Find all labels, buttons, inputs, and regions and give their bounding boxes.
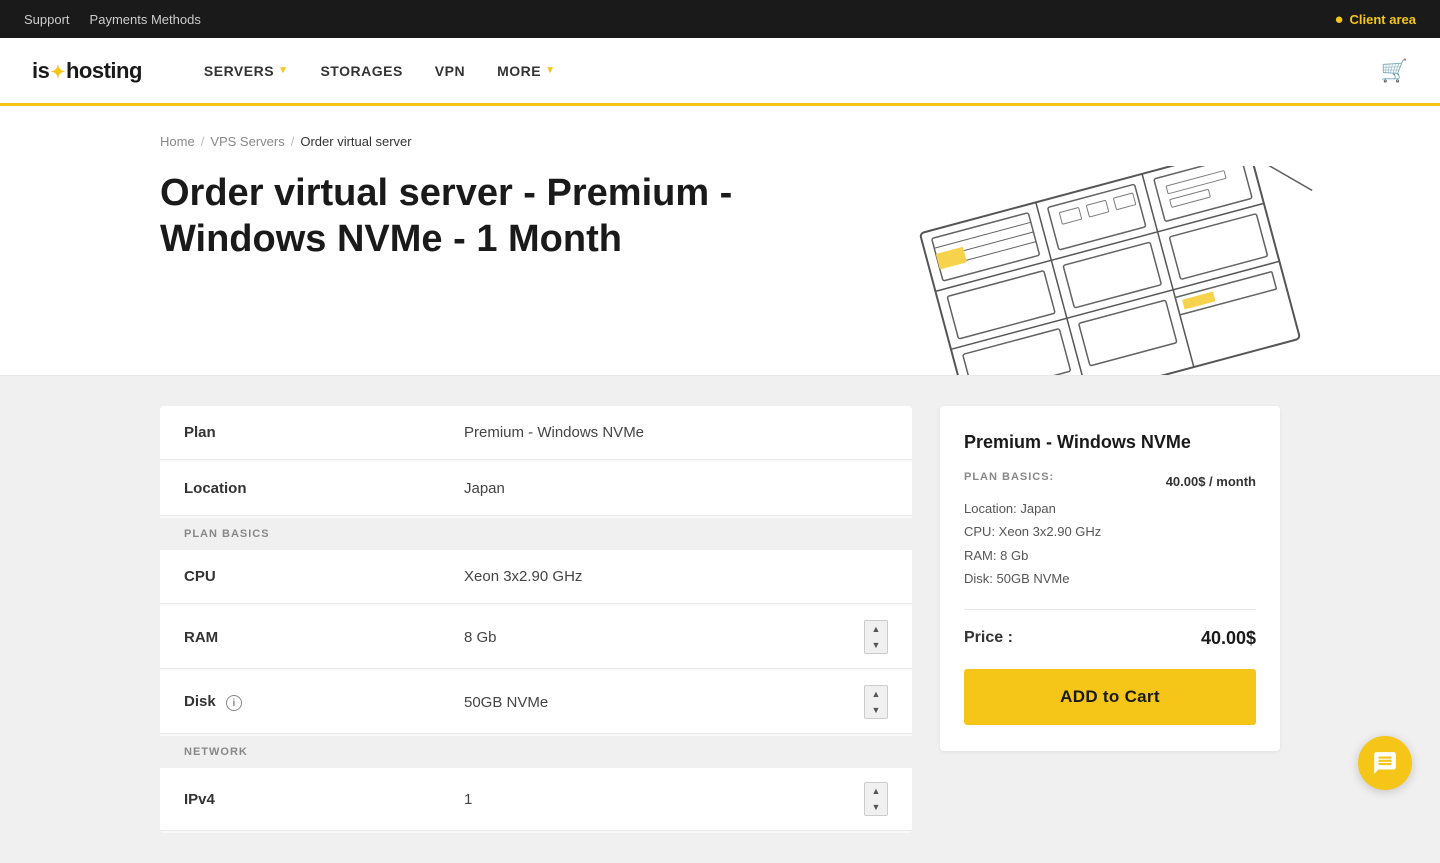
ram-value: 8 Gb [464,629,864,646]
support-link[interactable]: Support [24,12,70,27]
disk-row: Disk i 50GB NVMe ▲ ▼ [160,671,912,734]
client-area-label: Client area [1350,12,1416,27]
chat-button[interactable] [1358,736,1412,790]
ipv4-value: 1 [464,791,864,808]
disk-info-icon[interactable]: i [226,695,242,711]
location-row: Location Japan [160,462,912,516]
disk-value: 50GB NVMe [464,694,864,711]
price-row: Price : 40.00$ [964,628,1256,649]
breadcrumb-home[interactable]: Home [160,134,195,149]
nav-vpn-label: VPN [435,63,465,79]
top-bar: Support Payments Methods ● Client area [0,0,1440,38]
add-rest-text: to Cart [1098,687,1160,706]
add-bold-text: ADD [1060,687,1098,706]
plan-value: Premium - Windows NVMe [464,424,888,441]
hero-section: Home / VPS Servers / Order virtual serve… [0,106,1440,376]
nav-more[interactable]: MORE ▼ [483,55,569,87]
cart-button[interactable]: 🛒 [1381,58,1408,84]
servers-caret-icon: ▼ [278,65,288,76]
page-title: Order virtual server - Premium - Windows… [160,171,780,262]
ram-label: RAM [184,629,464,646]
nav-right: 🛒 [1381,58,1408,84]
logo-star: ✦ [50,62,65,82]
ipv4-increment-btn[interactable]: ▲ [865,783,887,799]
summary-panel: Premium - Windows NVMe PLAN BASICS: 40.0… [940,406,1280,751]
disk-stepper[interactable]: ▲ ▼ [864,685,888,719]
chat-icon [1372,750,1398,776]
summary-detail-cpu: CPU: Xeon 3x2.90 GHz [964,520,1256,543]
summary-detail-disk: Disk: 50GB NVMe [964,567,1256,590]
nav-vpn[interactable]: VPN [421,55,479,87]
disk-decrement-btn[interactable]: ▼ [865,702,887,718]
nav-servers-label: SERVERS [204,63,274,79]
ipv4-decrement-btn[interactable]: ▼ [865,799,887,815]
cpu-label: CPU [184,568,464,585]
disk-label: Disk i [184,693,464,712]
breadcrumb-sep-2: / [291,134,295,149]
summary-basics-price: 40.00$ / month [1166,474,1256,489]
summary-details: Location: Japan CPU: Xeon 3x2.90 GHz RAM… [964,497,1256,610]
user-icon: ● [1334,11,1343,28]
ipv4-label: IPv4 [184,791,464,808]
ram-increment-btn[interactable]: ▲ [865,621,887,637]
price-value: 40.00$ [1201,628,1256,649]
more-caret-icon: ▼ [545,65,555,76]
ipv4-stepper[interactable]: ▲ ▼ [864,782,888,816]
payments-link[interactable]: Payments Methods [90,12,201,27]
nav-links: SERVERS ▼ STORAGES VPN MORE ▼ [190,55,1381,87]
summary-plan-name: Premium - Windows NVMe [964,432,1256,453]
breadcrumb-current: Order virtual server [300,134,411,149]
nav-storages[interactable]: STORAGES [306,55,416,87]
price-label: Price : [964,629,1013,647]
ram-stepper[interactable]: ▲ ▼ [864,620,888,654]
nav-servers[interactable]: SERVERS ▼ [190,55,303,87]
navbar: is✦hosting SERVERS ▼ STORAGES VPN MORE ▼… [0,38,1440,106]
ram-row: RAM 8 Gb ▲ ▼ [160,606,912,669]
plan-basics-header: PLAN BASICS [160,518,912,550]
hero-illustration [860,166,1360,376]
nav-storages-label: STORAGES [320,63,402,79]
client-area-link[interactable]: ● Client area [1334,11,1416,28]
plan-row: Plan Premium - Windows NVMe [160,406,912,460]
cpu-row: CPU Xeon 3x2.90 GHz [160,550,912,604]
summary-basics-label: PLAN BASICS: [964,471,1054,483]
summary-basics-row: PLAN BASICS: 40.00$ / month [964,471,1256,491]
cpu-value: Xeon 3x2.90 GHz [464,568,888,585]
ram-decrement-btn[interactable]: ▼ [865,637,887,653]
add-to-cart-button[interactable]: ADD to Cart [964,669,1256,725]
breadcrumb-vps[interactable]: VPS Servers [210,134,284,149]
breadcrumb: Home / VPS Servers / Order virtual serve… [160,134,1280,149]
plan-label: Plan [184,424,464,441]
location-value: Japan [464,480,888,497]
summary-detail-ram: RAM: 8 Gb [964,544,1256,567]
logo-text: is✦hosting [32,58,142,84]
nav-more-label: MORE [497,63,541,79]
logo[interactable]: is✦hosting [32,58,142,84]
top-bar-links: Support Payments Methods [24,12,201,27]
main-content: Plan Premium - Windows NVMe Location Jap… [0,376,1440,863]
ipv4-row: IPv4 1 ▲ ▼ [160,768,912,831]
disk-increment-btn[interactable]: ▲ [865,686,887,702]
network-header: NETWORK [160,736,912,768]
breadcrumb-sep-1: / [201,134,205,149]
config-panel: Plan Premium - Windows NVMe Location Jap… [160,406,912,833]
location-label: Location [184,480,464,497]
summary-detail-location: Location: Japan [964,497,1256,520]
